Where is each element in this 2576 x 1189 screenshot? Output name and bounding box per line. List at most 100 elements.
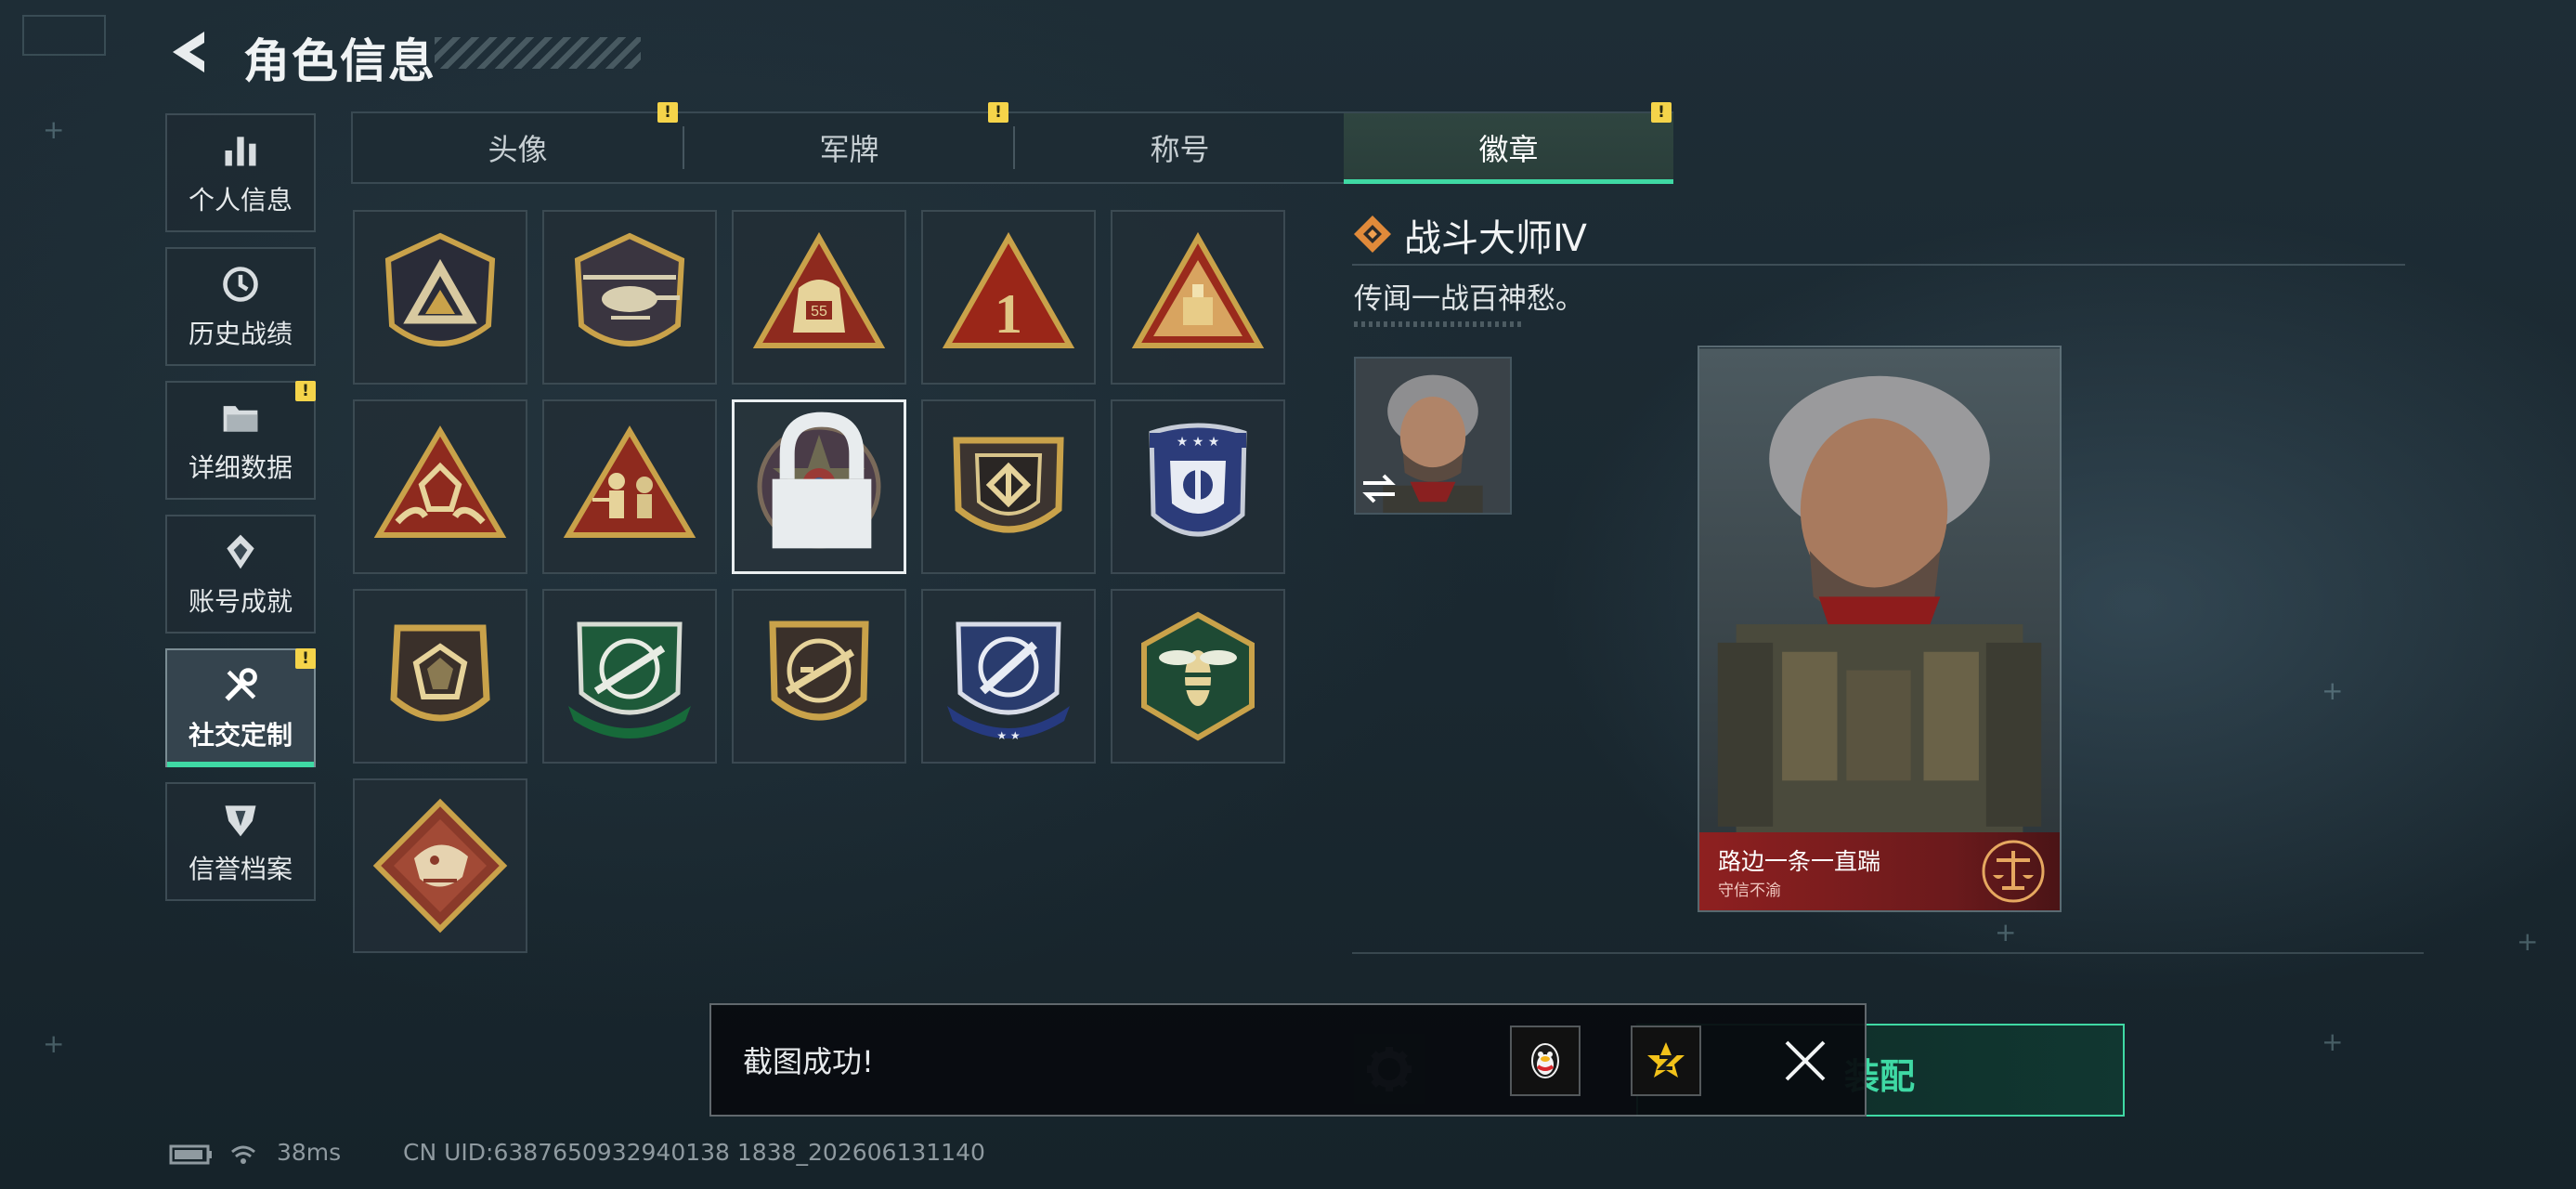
- tab-label: 军牌: [819, 132, 879, 167]
- alert-badge: !: [657, 102, 678, 123]
- badge-rank-icon: [1354, 216, 1391, 253]
- grid-plus-mark: +: [43, 114, 65, 145]
- soldiers-badge-icon: [563, 425, 696, 538]
- achievement-icon: [218, 529, 263, 574]
- arrow-shield-badge-icon: [953, 437, 1064, 533]
- svg-text:★ ★ ★: ★ ★ ★: [1177, 435, 1220, 450]
- badge-star-emblem[interactable]: [732, 399, 906, 574]
- wasp-hexagon-badge-icon: [1141, 611, 1255, 741]
- nav-item-label: 详细数据: [188, 452, 293, 483]
- grid-plus-mark: +: [43, 1028, 65, 1059]
- tab-label: 徽章: [1478, 132, 1539, 167]
- badge-wasp-hexagon[interactable]: [1111, 589, 1285, 764]
- green-rifle-crest-badge-icon: [568, 621, 691, 738]
- operator-name: 路边一条一直踹: [1718, 848, 1881, 875]
- badge-dragon-diamond[interactable]: [353, 778, 527, 953]
- screenshot-toast: 截图成功!: [709, 1003, 1867, 1117]
- user-uid: CN UID:6387650932940138 1838_20260613114…: [403, 1139, 985, 1166]
- qq-penguin-icon: [1531, 1043, 1559, 1078]
- nav-item-label: 账号成就: [188, 586, 293, 617]
- badge-helicopter[interactable]: [542, 210, 717, 385]
- nav-item-label: 历史战绩: [188, 319, 293, 349]
- divider: [1352, 952, 2424, 954]
- badge-rifle-circle[interactable]: [732, 589, 906, 764]
- number-one-badge-icon: 1: [942, 231, 1075, 348]
- badge-gem-hexagon[interactable]: [353, 589, 527, 764]
- reputation-shield-icon: [218, 797, 263, 842]
- alert-badge: !: [295, 648, 316, 669]
- blue-stars-shield-badge-icon: ★ ★ ★: [1149, 423, 1247, 537]
- tab-dogtag[interactable]: 军牌: [684, 113, 1014, 182]
- gem-hexagon-badge-icon: [390, 624, 490, 722]
- nav-item-reputation[interactable]: 信誉档案: [165, 782, 316, 901]
- operator-card[interactable]: 路边一条一直踹 守信不渝: [1698, 346, 2062, 912]
- dragon-diamond-badge-icon: [372, 798, 508, 934]
- nav-item-label: 信誉档案: [188, 854, 293, 884]
- badge-triangle-shield[interactable]: [353, 210, 527, 385]
- qzone-star-icon: [1647, 1042, 1685, 1078]
- alert-badge: !: [295, 381, 316, 401]
- nav-item-social-custom[interactable]: 社交定制 !: [165, 648, 316, 767]
- badge-description: 传闻一战百神愁。: [1354, 282, 1584, 316]
- operator-banner: 路边一条一直踹 守信不渝: [1699, 832, 2060, 910]
- scales-emblem-icon: [1982, 840, 2045, 903]
- wifi-icon: [231, 1145, 255, 1164]
- badge-number-one[interactable]: 1: [921, 210, 1096, 385]
- share-qzone-button[interactable]: [1631, 1026, 1701, 1096]
- bar-triangle-badge-icon: [1131, 231, 1265, 348]
- page-title: 角色信息: [243, 34, 436, 88]
- badge-bag-55[interactable]: 55: [732, 210, 906, 385]
- hands-gem-badge-icon: [373, 425, 507, 538]
- badge-arrow-shield[interactable]: [921, 399, 1096, 574]
- category-tabs: 头像 军牌 称号 徽章: [351, 111, 1673, 184]
- nav-item-achievements[interactable]: 账号成就: [165, 515, 316, 634]
- tab-label: 头像: [488, 132, 548, 167]
- badge-bar-triangle[interactable]: [1111, 210, 1285, 385]
- swap-icon[interactable]: [1360, 470, 1399, 507]
- share-qq-button[interactable]: [1510, 1026, 1581, 1096]
- toast-message: 截图成功!: [743, 1044, 874, 1079]
- corner-frame: [22, 15, 106, 56]
- nav-item-detailed-data[interactable]: 详细数据 !: [165, 381, 316, 500]
- badge-number: 55: [811, 304, 827, 320]
- operator-card-portrait: [1699, 348, 2060, 909]
- operator-subtitle: 守信不渝: [1718, 882, 1781, 900]
- blue-knife-crest-badge-icon: ★ ★: [947, 621, 1070, 742]
- bar-chart-icon: [218, 128, 263, 173]
- history-clock-icon: [218, 262, 263, 307]
- grid-plus-mark: +: [2517, 926, 2539, 957]
- svg-text:★ ★: ★ ★: [996, 729, 1020, 742]
- folder-icon: [218, 396, 263, 440]
- ping-readout: 38ms: [277, 1139, 342, 1166]
- badge-blue-stars-shield[interactable]: ★ ★ ★: [1111, 399, 1285, 574]
- tab-label: 称号: [1150, 132, 1210, 167]
- tab-badge[interactable]: 徽章: [1344, 113, 1673, 184]
- grid-plus-mark: +: [2322, 675, 2344, 706]
- grid-plus-mark: +: [1995, 917, 2017, 947]
- close-icon[interactable]: [1781, 1037, 1829, 1085]
- back-button[interactable]: [165, 26, 217, 78]
- badge-hands-gem[interactable]: [353, 399, 527, 574]
- badge-title: 战斗大师Ⅳ: [1404, 217, 1587, 260]
- nav-item-label: 个人信息: [188, 185, 293, 216]
- tab-avatar[interactable]: 头像: [353, 113, 683, 182]
- bag-55-badge-icon: 55: [752, 231, 886, 348]
- decoration-dots: [1354, 321, 1521, 327]
- badge-number: 1: [995, 283, 1022, 345]
- chevron-left-icon: [173, 32, 204, 72]
- title-decoration: [435, 37, 641, 69]
- helicopter-badge-icon: [574, 232, 685, 346]
- nav-item-history[interactable]: 历史战绩: [165, 247, 316, 366]
- battery-icon: [169, 1144, 212, 1165]
- battery-wifi-status: [169, 1144, 255, 1165]
- nav-item-personal-info[interactable]: 个人信息: [165, 113, 316, 232]
- tab-title[interactable]: 称号: [1015, 113, 1345, 182]
- badge-green-rifle-crest[interactable]: [542, 589, 717, 764]
- badge-soldiers[interactable]: [542, 399, 717, 574]
- nav-item-label: 社交定制: [188, 720, 293, 751]
- badge-blue-knife-crest[interactable]: ★ ★: [921, 589, 1096, 764]
- triangle-shield-badge-icon: [384, 232, 496, 346]
- wrench-screwdriver-icon: [218, 663, 263, 708]
- rifle-circle-badge-icon: [769, 621, 869, 721]
- alert-badge: !: [988, 102, 1008, 123]
